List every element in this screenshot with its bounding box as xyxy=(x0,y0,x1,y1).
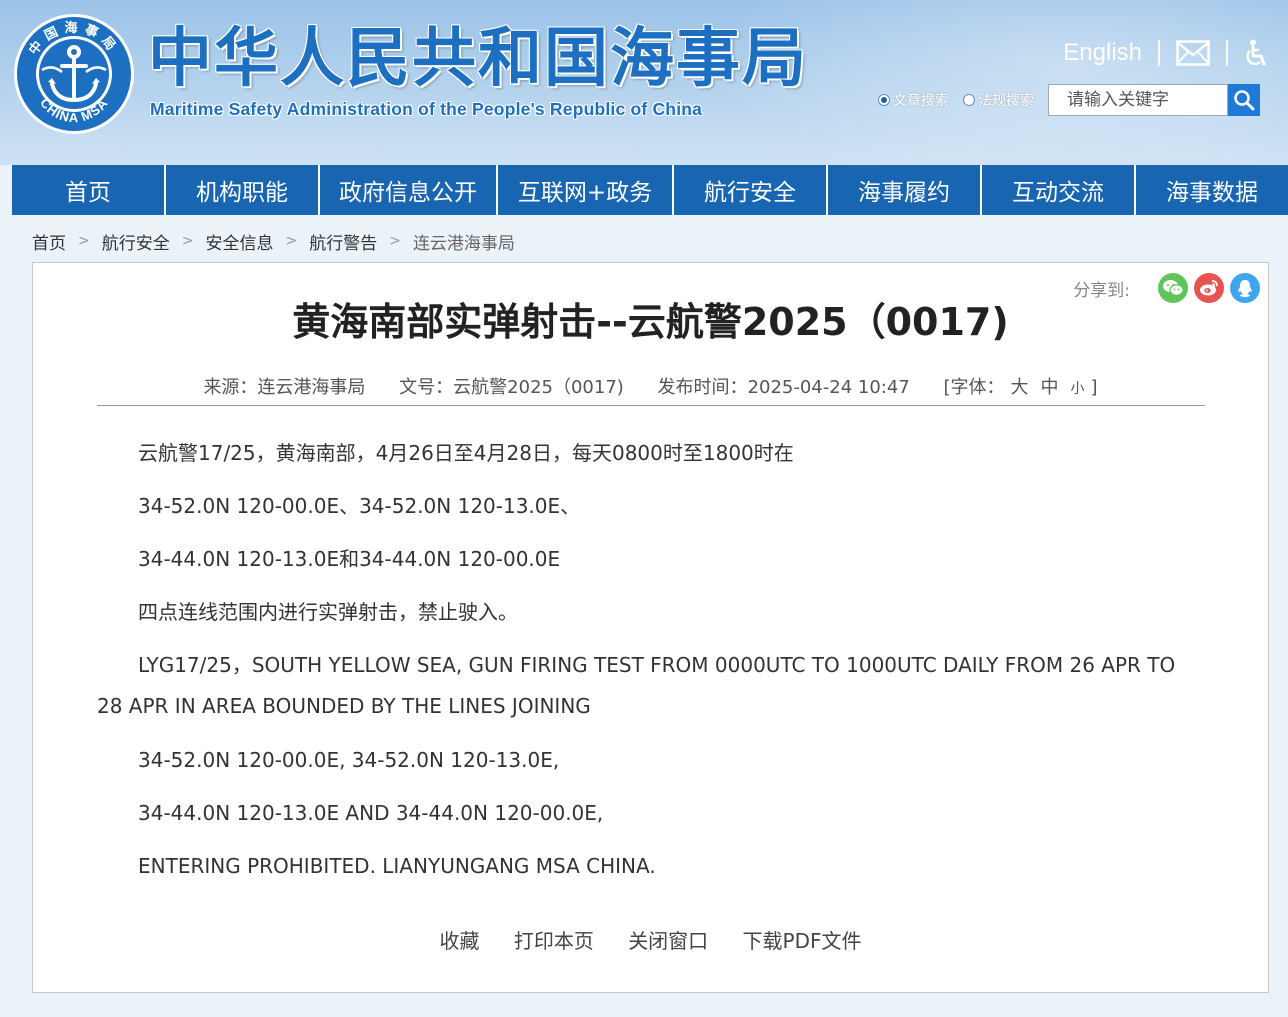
site-title-chinese: 中华人民共和国海事局 xyxy=(148,22,808,96)
search-area: 文章搜索 法规搜索 xyxy=(878,84,1260,116)
meta-divider xyxy=(97,405,1205,406)
radio-label: 法规搜索 xyxy=(978,93,1034,109)
print-link[interactable]: 打印本页 xyxy=(514,929,594,953)
favorite-link[interactable]: 收藏 xyxy=(439,929,479,953)
radio-dot[interactable] xyxy=(963,94,975,106)
breadcrumb-current[interactable]: 连云港海事局 xyxy=(413,229,515,254)
font-size-label: [字体： xyxy=(943,377,1005,398)
nav-item-functions[interactable]: 机构职能 xyxy=(166,165,318,215)
font-size-bracket: ] xyxy=(1090,377,1098,398)
article-actions: 收藏 打印本页 关闭窗口 下载PDF文件 xyxy=(33,925,1268,954)
radio-dot[interactable] xyxy=(878,94,890,106)
mail-icon[interactable] xyxy=(1176,40,1210,66)
article-publish-time: 发布时间：2025-04-24 10:47 xyxy=(657,377,910,398)
nav-item-nav-safety[interactable]: 航行安全 xyxy=(674,165,826,215)
article-panel: 分享到: 黄海南部实弹射击--云航警2025（0017) 来源：连云港海事局 文… xyxy=(32,262,1269,993)
nav-item-home[interactable]: 首页 xyxy=(12,165,164,215)
breadcrumb-home[interactable]: 首页 xyxy=(32,229,66,254)
nav-item-internet-gov[interactable]: 互联网+政务 xyxy=(498,165,672,215)
search-icon xyxy=(1234,90,1255,111)
nav-item-interaction[interactable]: 互动交流 xyxy=(982,165,1134,215)
divider xyxy=(1226,40,1228,66)
article-title: 黄海南部实弹射击--云航警2025（0017) xyxy=(292,300,1009,344)
breadcrumb: 首页 > 航行安全 > 安全信息 > 航行警告 > 连云港海事局 xyxy=(32,228,515,254)
main-nav: 首页 机构职能 政府信息公开 互联网+政务 航行安全 海事履约 互动交流 海事数… xyxy=(12,165,1288,215)
font-size-large-button[interactable]: 大 xyxy=(1011,377,1029,398)
font-size-small-button[interactable]: 小 xyxy=(1071,381,1085,397)
breadcrumb-separator: > xyxy=(78,233,90,249)
english-link[interactable]: English xyxy=(1063,39,1142,67)
breadcrumb-safety-info[interactable]: 安全信息 xyxy=(205,229,273,254)
radio-label: 文章搜索 xyxy=(893,93,949,109)
nav-item-compliance[interactable]: 海事履约 xyxy=(828,165,980,215)
article-meta: 来源：连云港海事局 文号：云航警2025（0017) 发布时间：2025-04-… xyxy=(33,373,1268,399)
article-paragraph: 34-44.0N 120-13.0E和34-44.0N 120-00.0E xyxy=(138,547,561,571)
article-paragraph: 云航警17/25，黄海南部，4月26日至4月28日，每天0800时至1800时在 xyxy=(138,441,794,465)
top-links: English xyxy=(1063,36,1268,70)
breadcrumb-separator: > xyxy=(181,233,194,249)
article-doc-number: 文号：云航警2025（0017) xyxy=(399,377,624,398)
site-title-english: Maritime Safety Administration of the Pe… xyxy=(150,99,703,119)
site-header: 中国海事局 CHINA MSA 中华人民共和国海事局 Maritime Safe… xyxy=(0,0,1288,165)
radio-regulation-search[interactable]: 法规搜索 xyxy=(963,90,1034,110)
article-paragraph: 34-52.0N 120-00.0E、34-52.0N 120-13.0E、 xyxy=(138,494,581,518)
article-body: 云航警17/25，黄海南部，4月26日至4月28日，每天0800时至1800时在… xyxy=(97,433,1205,899)
accessibility-icon[interactable] xyxy=(1244,39,1268,67)
search-input[interactable] xyxy=(1048,84,1228,116)
divider xyxy=(1158,40,1160,66)
article-paragraph: 34-52.0N 120-00.0E, 34-52.0N 120-13.0E, xyxy=(138,748,560,772)
font-size-medium-button[interactable]: 中 xyxy=(1041,377,1059,398)
article-paragraph: LYG17/25，SOUTH YELLOW SEA, GUN FIRING TE… xyxy=(97,653,1176,718)
nav-item-data[interactable]: 海事数据 xyxy=(1136,165,1288,215)
breadcrumb-nav-warnings[interactable]: 航行警告 xyxy=(309,229,377,254)
breadcrumb-nav-safety[interactable]: 航行安全 xyxy=(102,229,170,254)
nav-item-gov-info[interactable]: 政府信息公开 xyxy=(320,165,496,215)
breadcrumb-separator: > xyxy=(389,233,401,249)
breadcrumb-separator: > xyxy=(285,233,298,249)
article-paragraph: 四点连线范围内进行实弹射击，禁止驶入。 xyxy=(138,600,518,624)
msa-emblem-logo[interactable]: 中国海事局 CHINA MSA xyxy=(12,12,136,136)
radio-article-search[interactable]: 文章搜索 xyxy=(878,90,949,110)
search-button[interactable] xyxy=(1228,84,1260,116)
article-source: 来源：连云港海事局 xyxy=(203,377,366,398)
close-window-link[interactable]: 关闭窗口 xyxy=(628,929,708,953)
download-pdf-link[interactable]: 下载PDF文件 xyxy=(743,929,862,953)
article-paragraph: ENTERING PROHIBITED. LIANYUNGANG MSA CHI… xyxy=(138,854,656,878)
article-paragraph: 34-44.0N 120-13.0E AND 34-44.0N 120-00.0… xyxy=(138,801,604,825)
